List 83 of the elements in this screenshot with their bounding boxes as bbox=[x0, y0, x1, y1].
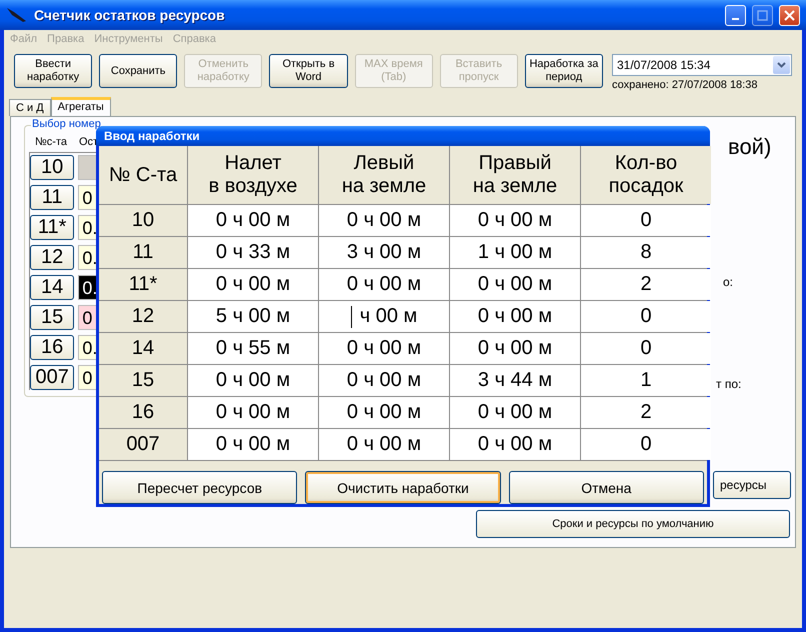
input-field[interactable]: 0 ч 33 м bbox=[188, 237, 318, 268]
row-header: 15 bbox=[99, 365, 187, 396]
saved-time: сохранено: 27/07/2008 18:38 bbox=[612, 79, 758, 91]
column-header: Левый на земле bbox=[319, 146, 449, 204]
dialog-button[interactable]: Отмена bbox=[508, 471, 704, 504]
input-field[interactable]: 0 ч 00 м bbox=[319, 397, 449, 428]
input-field[interactable]: 0 ч 00 м bbox=[450, 333, 580, 364]
number-button[interactable]: 10 bbox=[30, 155, 74, 180]
input-field[interactable]: 0 ч 00 м bbox=[188, 269, 318, 300]
label: о: bbox=[723, 275, 734, 289]
input-field[interactable]: 0 ч 00 м bbox=[450, 429, 580, 460]
number-button[interactable]: 16 bbox=[30, 335, 74, 360]
input-field[interactable]: 1 bbox=[581, 365, 711, 396]
resources-button[interactable]: ресурсы bbox=[713, 471, 791, 499]
number-button[interactable]: 14 bbox=[30, 275, 74, 300]
input-field[interactable]: 0 ч 00 м bbox=[188, 429, 318, 460]
number-button[interactable]: 12 bbox=[30, 245, 74, 270]
row-header: 16 bbox=[99, 397, 187, 428]
column-header: Налет в воздухе bbox=[188, 146, 318, 204]
input-field[interactable]: 0 ч 00 м bbox=[188, 205, 318, 236]
date-dropdown[interactable]: 31/07/2008 15:34 bbox=[612, 54, 792, 76]
input-field[interactable]: 0 ч 00 м bbox=[450, 205, 580, 236]
input-field[interactable]: 3 ч 44 м bbox=[450, 365, 580, 396]
column-header: Ост bbox=[79, 136, 98, 150]
input-field[interactable]: 1 ч 00 м bbox=[450, 237, 580, 268]
input-field[interactable]: 5 ч 00 м bbox=[188, 301, 318, 332]
close-icon bbox=[784, 10, 795, 20]
text-cursor bbox=[350, 306, 352, 328]
tab[interactable]: Агрегаты bbox=[50, 97, 111, 116]
input-field[interactable]: 2 bbox=[581, 269, 711, 300]
row-header: 11 bbox=[99, 237, 187, 268]
row-header: 14 bbox=[99, 333, 187, 364]
row-header: 12 bbox=[99, 301, 187, 332]
input-field[interactable]: 0 ч 00 м bbox=[450, 269, 580, 300]
maximize-button[interactable] bbox=[752, 4, 773, 26]
input-field[interactable]: 0 ч 00 м bbox=[319, 269, 449, 300]
minimize-button[interactable] bbox=[725, 4, 746, 26]
toolbar-button[interactable]: Открыть в Word bbox=[269, 54, 348, 88]
input-field[interactable]: 0 ч 00 м bbox=[188, 397, 318, 428]
label: вой) bbox=[728, 134, 772, 160]
input-field[interactable]: 0 bbox=[581, 333, 711, 364]
row-header: 11* bbox=[99, 269, 187, 300]
input-field[interactable]: ч 00 м bbox=[319, 301, 449, 332]
row-header: 007 bbox=[99, 429, 187, 460]
input-field[interactable]: 0 ч 00 м bbox=[450, 301, 580, 332]
app-icon bbox=[6, 6, 28, 24]
defaults-button[interactable]: Сроки и ресурсы по умолчанию bbox=[476, 510, 790, 538]
number-button[interactable]: 007 bbox=[30, 365, 74, 390]
group-legend: Выбор номер bbox=[31, 118, 102, 130]
input-field[interactable]: 8 bbox=[581, 237, 711, 268]
number-button[interactable]: 11 bbox=[30, 185, 74, 210]
tab[interactable]: С и Д bbox=[9, 99, 51, 116]
dialog-button[interactable]: Пересчет ресурсов bbox=[102, 471, 298, 504]
label: т по: bbox=[716, 377, 742, 391]
number-button[interactable]: 11* bbox=[30, 215, 74, 240]
minimize-icon bbox=[732, 18, 739, 20]
toolbar-button[interactable]: Наработка за период bbox=[524, 54, 603, 88]
dialog-title: Ввод наработки bbox=[104, 129, 200, 143]
column-header: Кол-во посадок bbox=[581, 146, 711, 204]
input-field[interactable]: 0 ч 00 м bbox=[450, 397, 580, 428]
dialog-button[interactable]: Очистить наработки bbox=[305, 471, 501, 504]
window-title: Счетчик остатков ресурсов bbox=[34, 7, 226, 23]
input-field[interactable]: 0 bbox=[581, 301, 711, 332]
column-header: №с-та bbox=[35, 136, 67, 150]
number-button[interactable]: 15 bbox=[30, 305, 74, 330]
input-field[interactable]: 0 ч 00 м bbox=[319, 429, 449, 460]
caret-icon bbox=[776, 62, 786, 68]
column-header: № С-та bbox=[99, 146, 187, 204]
row-header: 10 bbox=[99, 205, 187, 236]
input-field[interactable]: 3 ч 00 м bbox=[319, 237, 449, 268]
input-field[interactable]: 0 bbox=[581, 205, 711, 236]
input-field[interactable]: 0 ч 00 м bbox=[188, 365, 318, 396]
input-field[interactable]: 0 ч 00 м bbox=[319, 205, 449, 236]
column-header: Правый на земле bbox=[450, 146, 580, 204]
input-field[interactable]: 0 ч 00 м bbox=[319, 333, 449, 364]
input-field[interactable]: 2 bbox=[581, 397, 711, 428]
toolbar-button[interactable]: Ввести наработку bbox=[14, 54, 92, 88]
close-button[interactable] bbox=[779, 4, 800, 26]
maximize-icon bbox=[757, 10, 768, 20]
toolbar-button[interactable]: Сохранить bbox=[99, 54, 178, 88]
input-field[interactable]: 0 bbox=[581, 429, 711, 460]
input-field[interactable]: 0 ч 00 м bbox=[319, 365, 449, 396]
input-field[interactable]: 0 ч 55 м bbox=[188, 333, 318, 364]
